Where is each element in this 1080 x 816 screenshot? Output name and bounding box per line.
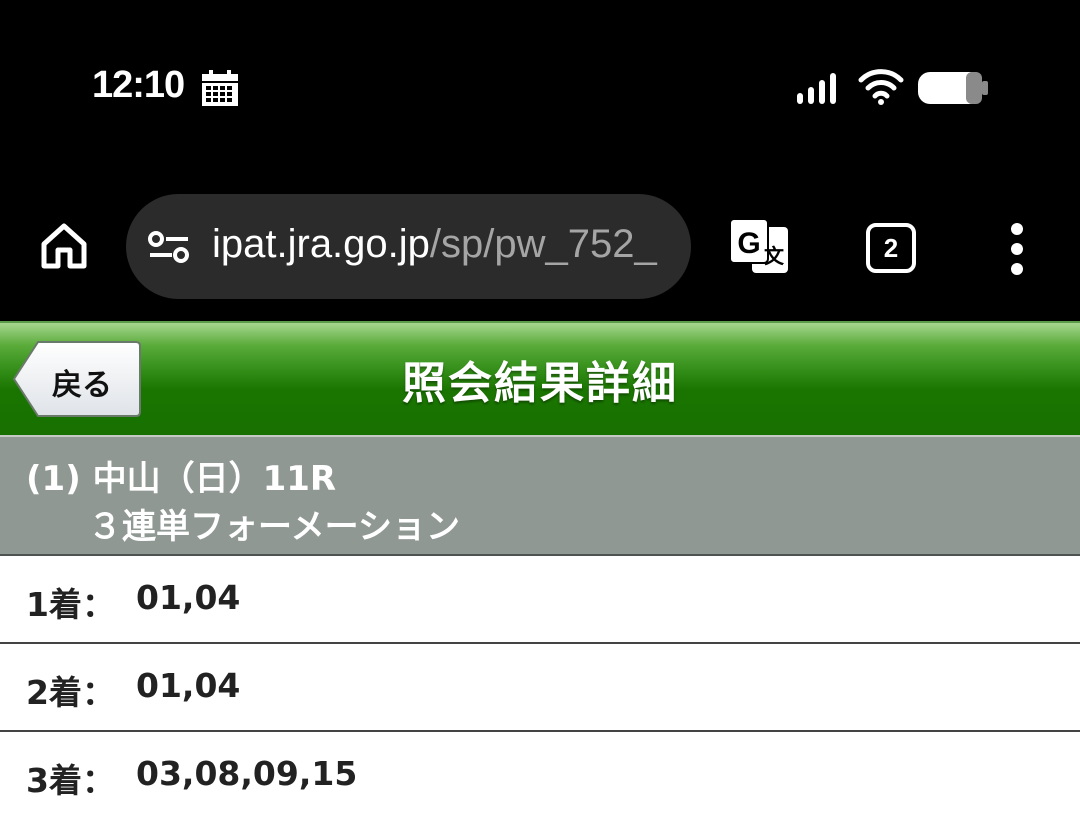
page-content: 戻る 照会結果詳細 (1) 中山（日）11R ３連単フォーメーション 1着： 0… [0,321,1080,816]
svg-text:G: G [737,227,760,260]
url-path: /sp/pw_752_ [429,222,657,266]
row-value: 01,04 [136,578,241,617]
row-label: 2着： [26,673,115,712]
row-value: 03,08,09,15 [136,754,358,793]
url-text: ipat.jra.go.jp/sp/pw_752_ [212,222,657,267]
battery-icon [918,72,988,104]
race-name: (1) 中山（日）11R [26,459,337,499]
wifi-icon [858,69,904,105]
browser-toolbar: ipat.jra.go.jp/sp/pw_752_ G 文 2 [0,175,1080,321]
signal-icon [797,73,836,104]
result-row-3rd: 3着： 03,08,09,15 [0,732,1080,816]
row-label: 1着： [26,585,115,624]
more-vert-icon[interactable] [1004,221,1030,277]
page-title: 照会結果詳細 [402,358,678,409]
address-bar[interactable]: ipat.jra.go.jp/sp/pw_752_ [126,194,691,299]
status-bar: 12:10 [0,0,1080,175]
bet-type: ３連単フォーメーション [88,507,460,547]
status-clock: 12:10 [92,64,185,106]
row-label: 3着： [26,761,115,800]
site-settings-icon[interactable] [148,230,190,264]
race-info: (1) 中山（日）11R ３連単フォーメーション [0,435,1080,556]
tab-switcher-button[interactable]: 2 [866,223,916,273]
result-row-2nd: 2着： 01,04 [0,644,1080,732]
svg-text:文: 文 [764,244,785,268]
url-host: ipat.jra.go.jp [212,222,430,266]
row-value: 01,04 [136,666,241,705]
home-icon[interactable] [38,220,90,272]
translate-icon[interactable]: G 文 [728,215,790,277]
calendar-icon [202,70,238,106]
page-header: 戻る 照会結果詳細 [0,321,1080,435]
result-row-1st: 1着： 01,04 [0,556,1080,644]
